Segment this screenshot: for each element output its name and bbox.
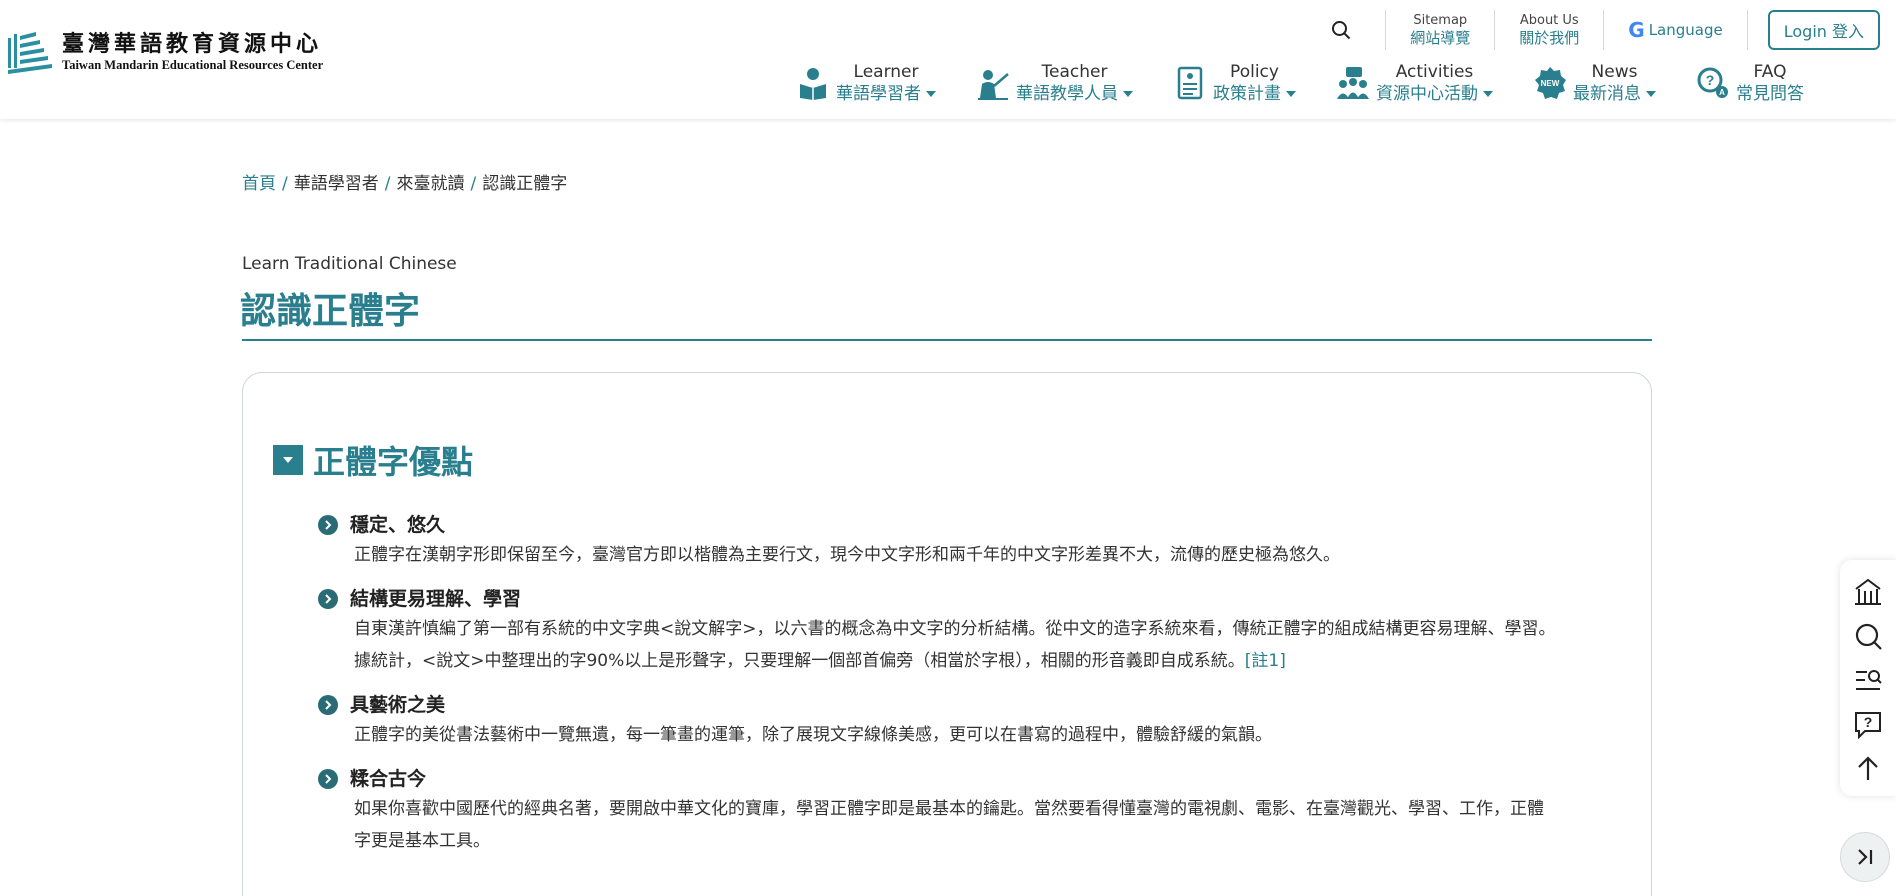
language-selector[interactable]: G Language <box>1604 18 1746 42</box>
footnote-link[interactable]: [註1] <box>1245 651 1286 671</box>
arrow-up-icon <box>1858 756 1878 780</box>
chevron-down-icon <box>1286 91 1296 97</box>
divider <box>1746 10 1748 50</box>
question-search-icon: ? A <box>1697 67 1728 98</box>
home-icon <box>1855 578 1881 605</box>
about-us-link[interactable]: About Us 關於我們 <box>1495 13 1603 47</box>
main-nav: Learner 華語學習者 Teacher 華語教學人員 Policy 政策計畫… <box>796 58 1896 108</box>
breadcrumb: 首頁 / 華語學習者 / 來臺就讀 / 認識正體字 <box>242 174 568 194</box>
page-title: 認識正體字 <box>240 291 421 332</box>
svg-text:NEW: NEW <box>1541 79 1560 88</box>
list-item: 具藝術之美 正體字的美從書法藝術中一覽無遺，每一筆畫的運筆，除了展現文字線條美感… <box>318 691 1618 751</box>
collapse-right-icon <box>1858 849 1873 865</box>
new-badge-icon: NEW <box>1535 67 1566 99</box>
header-search-button[interactable] <box>1321 10 1361 50</box>
point-body: 如果你喜歡中國歷代的經典名著，要開啟中華文化的寶庫，學習正體字即是最基本的鑰匙。… <box>354 799 1544 819</box>
chevron-right-icon <box>318 695 338 715</box>
breadcrumb-learner[interactable]: 華語學習者 <box>294 174 379 194</box>
chevron-right-icon <box>318 515 338 535</box>
nav-learner[interactable]: Learner 華語學習者 <box>796 58 936 108</box>
side-search-button[interactable] <box>1850 620 1886 652</box>
nav-policy[interactable]: Policy 政策計畫 <box>1173 58 1296 108</box>
breadcrumb-current: 認識正體字 <box>482 174 568 194</box>
chevron-down-icon <box>1646 91 1656 97</box>
nav-teacher[interactable]: Teacher 華語教學人員 <box>976 58 1133 108</box>
login-button[interactable]: Login 登入 <box>1767 10 1880 50</box>
point-body: 正體字的美從書法藝術中一覽無遺，每一筆畫的運筆，除了展現文字線條美感，更可以在書… <box>354 725 1272 745</box>
svg-text:?: ? <box>1706 72 1715 88</box>
collapse-toggle-icon[interactable] <box>273 445 303 475</box>
reader-icon <box>800 68 826 100</box>
utility-bar: Sitemap 網站導覽 About Us 關於我們 G Language Lo… <box>1321 10 1896 50</box>
google-icon: G <box>1628 18 1645 42</box>
point-body-continued: 字更是基本工具。 <box>354 831 490 851</box>
side-home-button[interactable] <box>1850 576 1886 608</box>
section-title: 正體字優點 <box>313 443 474 481</box>
search-icon <box>1332 21 1351 40</box>
nav-faq[interactable]: ? A FAQ 常見問答 <box>1696 58 1804 108</box>
content-card: 正體字優點 穩定、悠久 正體字在漢朝字形即保留至今，臺灣官方即以楷體為主要行文，… <box>242 372 1652 896</box>
nav-activities[interactable]: Activities 資源中心活動 <box>1336 58 1493 108</box>
teacher-icon <box>978 70 1009 100</box>
site-header: 臺灣華語教育資源中心 Taiwan Mandarin Educational R… <box>0 0 1896 119</box>
page-subtitle: Learn Traditional Chinese <box>242 254 457 274</box>
point-title: 結構更易理解、學習 <box>350 588 522 610</box>
chevron-right-icon <box>318 769 338 789</box>
sitemap-link[interactable]: Sitemap 網站導覽 <box>1386 13 1494 47</box>
side-advanced-search-button[interactable] <box>1850 664 1886 696</box>
breadcrumb-study-in-taiwan[interactable]: 來臺就讀 <box>396 174 464 194</box>
point-title: 穩定、悠久 <box>350 514 446 536</box>
chevron-right-icon <box>318 589 338 609</box>
title-divider <box>242 339 1652 341</box>
list-item: 糅合古今 如果你喜歡中國歷代的經典名著，要開啟中華文化的寶庫，學習正體字即是最基… <box>318 765 1618 857</box>
breadcrumb-home[interactable]: 首頁 <box>242 174 276 194</box>
chevron-down-icon <box>926 91 936 97</box>
list-search-icon <box>1856 670 1882 690</box>
search-icon <box>1855 623 1882 650</box>
list-item: 結構更易理解、學習 自東漢許慎編了第一部有系統的中文字典<說文解字>，以六書的概… <box>318 585 1618 677</box>
logo-title-zh: 臺灣華語教育資源中心 <box>62 31 323 57</box>
logo-mark-icon <box>8 32 52 74</box>
chevron-down-icon <box>1123 91 1133 97</box>
svg-text:?: ? <box>1864 714 1873 730</box>
nav-news[interactable]: NEW News 最新消息 <box>1533 58 1656 108</box>
site-logo[interactable]: 臺灣華語教育資源中心 Taiwan Mandarin Educational R… <box>6 28 323 76</box>
chevron-down-icon <box>1483 91 1493 97</box>
people-icon <box>1337 67 1369 99</box>
list-item: 穩定、悠久 正體字在漢朝字形即保留至今，臺灣官方即以楷體為主要行文，現今中文字形… <box>318 511 1618 571</box>
advantages-list: 穩定、悠久 正體字在漢朝字形即保留至今，臺灣官方即以楷體為主要行文，現今中文字形… <box>318 511 1618 871</box>
side-toolbar: ? <box>1840 560 1896 796</box>
point-body: 正體字在漢朝字形即保留至今，臺灣官方即以楷體為主要行文，現今中文字形和兩千年的中… <box>354 545 1340 565</box>
document-icon <box>1177 66 1203 100</box>
question-icon: ? <box>1855 712 1881 739</box>
svg-text:A: A <box>1719 88 1725 97</box>
logo-title-en: Taiwan Mandarin Educational Resources Ce… <box>62 58 324 72</box>
point-title: 具藝術之美 <box>350 694 446 716</box>
point-title: 糅合古今 <box>350 768 427 790</box>
point-body: 自東漢許慎編了第一部有系統的中文字典<說文解字>，以六書的概念為中文字的分析結構… <box>354 619 1556 639</box>
section-header[interactable]: 正體字優點 <box>273 437 473 483</box>
point-body-continued: 據統計，<說文>中整理出的字90%以上是形聲字，只要理解一個部首偏旁（相當於字根… <box>354 651 1245 671</box>
side-faq-button[interactable]: ? <box>1850 708 1886 740</box>
back-to-top-button[interactable] <box>1850 752 1886 784</box>
collapse-sidebar-button[interactable] <box>1840 832 1890 882</box>
